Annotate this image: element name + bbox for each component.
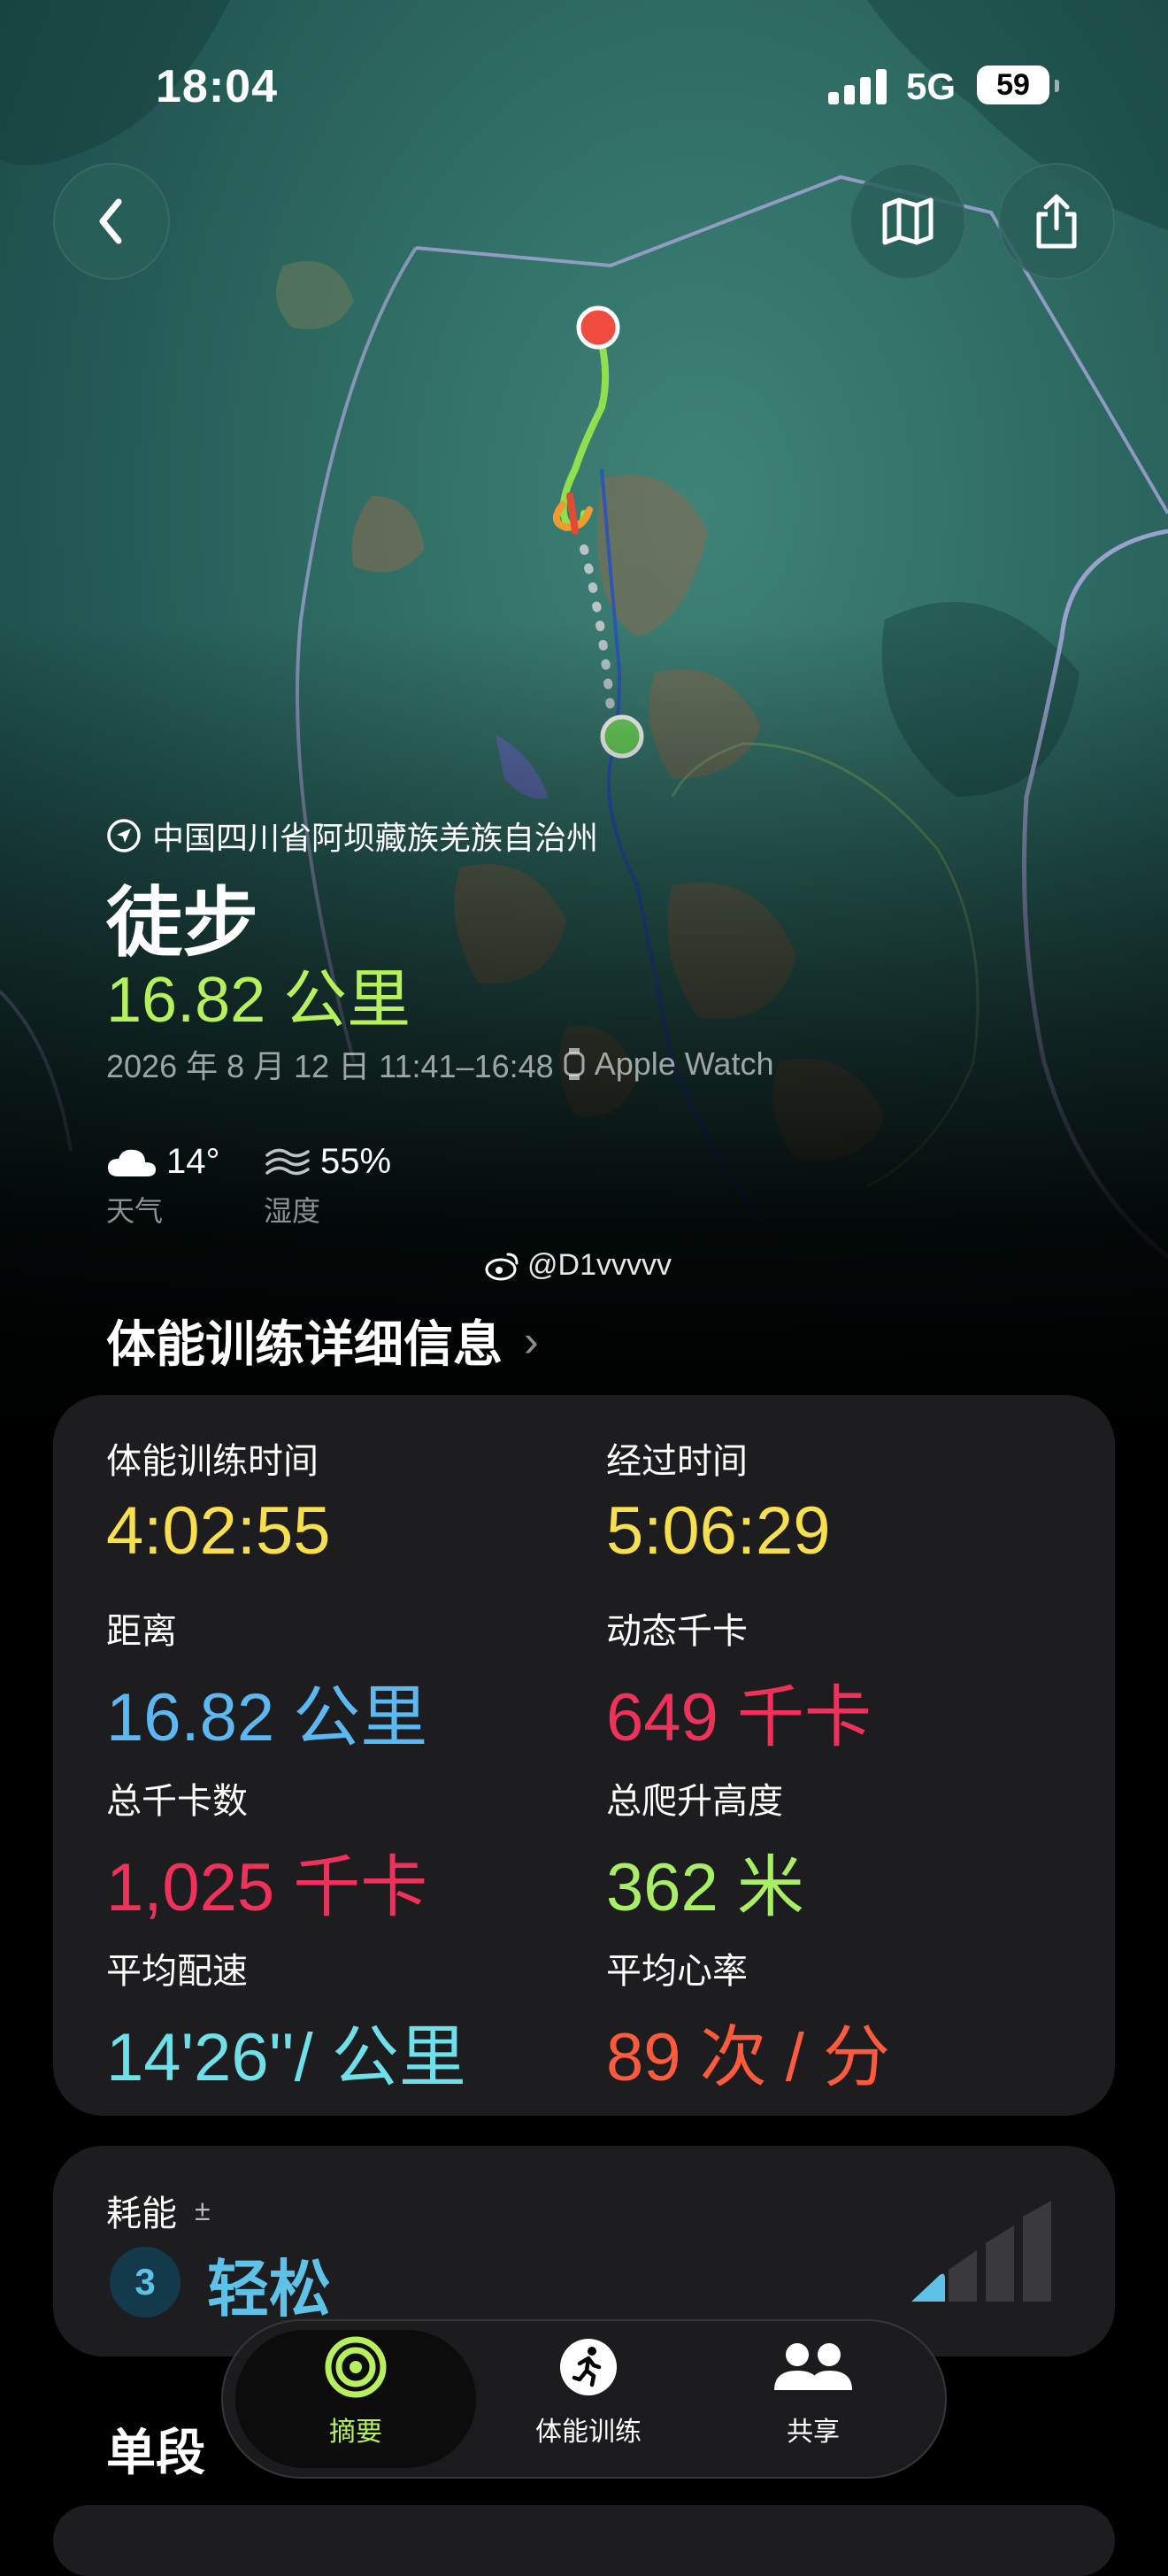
effort-level-icon xyxy=(911,2201,1051,2302)
metric-value: 16.82 公里 xyxy=(106,1680,428,1755)
date-range: 2026 年 8 月 12 日 11:41–16:48 xyxy=(106,1048,554,1084)
activity-rings-icon xyxy=(325,2336,387,2398)
effort-header: 耗能 ± xyxy=(106,2185,211,2236)
device-name: Apple Watch xyxy=(594,1045,774,1082)
details-title-text: 体能训练详细信息 xyxy=(106,1316,503,1372)
metric-label: 总千卡数 xyxy=(106,1782,248,1821)
effort-bar-3 xyxy=(986,2225,1014,2302)
metric-label: 动态千卡 xyxy=(606,1612,748,1651)
metrics-card: 体能训练时间 4:02:55 经过时间 5:06:29 距离 16.82 公里 … xyxy=(53,1395,1115,2116)
temperature-value: 14° xyxy=(166,1142,220,1181)
running-figure-icon xyxy=(560,2339,617,2395)
tab-bar: 摘要 体能训练 共享 xyxy=(221,2319,947,2479)
back-button[interactable] xyxy=(53,163,170,280)
metric-value: 362 米 xyxy=(606,1850,804,1925)
effort-label: 耗能 xyxy=(106,2194,177,2233)
weather-temperature: 14° 天气 xyxy=(106,1142,220,1230)
metric-elevation-gain: 总爬升高度 362 米 xyxy=(606,1772,804,1930)
metric-label: 总爬升高度 xyxy=(606,1782,783,1821)
route-end-marker xyxy=(576,305,620,350)
metric-value: 5:06:29 xyxy=(606,1493,831,1569)
map-icon xyxy=(882,197,934,245)
watch-icon xyxy=(564,1048,585,1080)
status-bar: 18:04 5G 59 xyxy=(0,60,1168,113)
splits-section-title[interactable]: 单段 xyxy=(106,2413,205,2485)
metric-avg-pace: 平均配速 14'26''/ 公里 xyxy=(106,1942,466,2100)
chevron-left-icon xyxy=(99,198,122,244)
weather-humidity: 55% 湿度 xyxy=(264,1142,391,1230)
metric-label: 体能训练时间 xyxy=(106,1442,319,1481)
temperature-label: 天气 xyxy=(106,1195,164,1227)
tab-label: 摘要 xyxy=(329,2418,382,2447)
metric-label: 经过时间 xyxy=(606,1442,748,1481)
metric-value: 1,025 千卡 xyxy=(106,1850,428,1925)
map-button[interactable] xyxy=(849,163,966,280)
metric-label: 平均配速 xyxy=(106,1952,248,1991)
weibo-icon xyxy=(485,1253,519,1280)
effort-bar-2 xyxy=(949,2250,977,2302)
tab-summary[interactable]: 摘要 xyxy=(235,2330,476,2468)
signal-icon xyxy=(828,69,887,104)
share-button[interactable] xyxy=(998,163,1115,280)
metric-label: 距离 xyxy=(106,1612,177,1651)
tab-label: 共享 xyxy=(787,2418,840,2447)
metric-avg-heart-rate: 平均心率 89 次 / 分 xyxy=(606,1942,890,2100)
watermark-text: @D1vvvvv xyxy=(527,1248,672,1282)
splits-card xyxy=(53,2505,1115,2576)
tab-label: 体能训练 xyxy=(535,2418,642,2447)
metric-total-calories: 总千卡数 1,025 千卡 xyxy=(106,1772,427,1930)
metric-active-calories: 动态千卡 649 千卡 xyxy=(606,1602,872,1760)
metric-workout-time: 体能训练时间 4:02:55 xyxy=(106,1432,331,1570)
status-time: 18:04 xyxy=(156,61,278,112)
people-icon xyxy=(774,2343,852,2390)
metric-label: 平均心率 xyxy=(606,1952,748,1991)
effort-bar-4 xyxy=(1023,2201,1051,2302)
metric-value: 4:02:55 xyxy=(106,1493,331,1569)
location-text: 中国四川省阿坝藏族羌族自治州 xyxy=(152,820,599,856)
metric-distance: 距离 16.82 公里 xyxy=(106,1602,427,1760)
cloud-icon xyxy=(108,1149,156,1176)
humidity-icon xyxy=(265,1148,310,1175)
location-arrow-icon xyxy=(107,819,141,852)
adjust-icon: ± xyxy=(195,2194,211,2226)
battery-icon: 59 xyxy=(977,66,1049,104)
effort-score-badge: 3 xyxy=(110,2247,181,2318)
tab-sharing[interactable]: 共享 xyxy=(703,2330,924,2468)
chevron-right-icon: › xyxy=(524,1315,539,1366)
metric-value: 14'26''/ 公里 xyxy=(106,2020,466,2095)
humidity-value: 55% xyxy=(320,1142,392,1181)
tab-workouts[interactable]: 体能训练 xyxy=(478,2330,699,2468)
location: 中国四川省阿坝藏族羌族自治州 xyxy=(106,813,598,859)
details-section-title[interactable]: 体能训练详细信息 › xyxy=(106,1305,539,1377)
effort-bar-1 xyxy=(911,2273,945,2302)
workout-date: 2026 年 8 月 12 日 11:41–16:48 Apple Watch xyxy=(106,1041,773,1087)
humidity-label: 湿度 xyxy=(264,1195,321,1227)
metric-elapsed-time: 经过时间 5:06:29 xyxy=(606,1432,831,1570)
share-icon xyxy=(1036,194,1077,249)
metric-value: 89 次 / 分 xyxy=(606,2020,890,2095)
network-type: 5G xyxy=(906,66,957,107)
watermark: @D1vvvvv xyxy=(485,1248,672,1283)
battery-tip xyxy=(1055,80,1059,92)
workout-distance: 16.82 公里 xyxy=(106,965,411,1036)
metric-value: 649 千卡 xyxy=(606,1680,872,1755)
effort-level: 轻松 xyxy=(207,2255,331,2324)
